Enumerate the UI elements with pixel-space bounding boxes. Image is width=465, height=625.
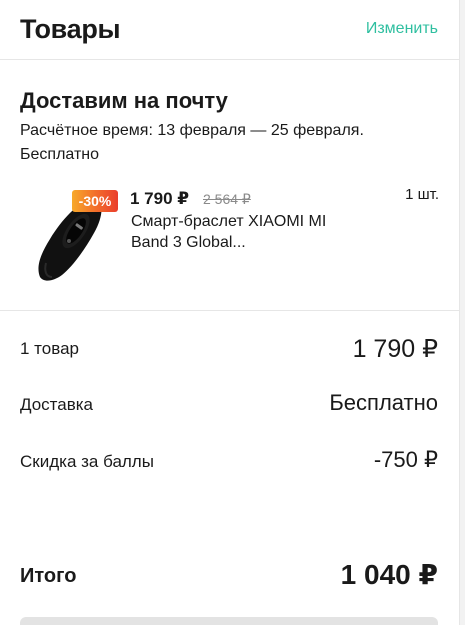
points-row: Скидка за баллы -750 ₽: [20, 447, 438, 477]
points-label: Скидка за баллы: [20, 452, 154, 471]
cart-panel: Товары Изменить Доставим на почту Расчёт…: [0, 0, 460, 625]
shipping-row: Доставка Бесплатно: [20, 390, 438, 420]
items-value: 1 790 ₽: [352, 335, 438, 363]
delivery-section: Доставим на почту Расчётное время: 13 фе…: [0, 61, 460, 311]
total-row: Итого 1 040 ₽: [20, 558, 438, 592]
product-quantity: 1 шт.: [405, 186, 439, 203]
items-row: 1 товар 1 790 ₽: [20, 334, 438, 364]
points-value: -750 ₽: [373, 447, 438, 472]
shipping-label: Доставка: [20, 395, 94, 414]
checkout-button-edge[interactable]: [20, 617, 438, 625]
product-price: 1 790 ₽: [130, 189, 190, 208]
total-label: Итого: [20, 565, 77, 587]
goods-title: Товары: [20, 14, 121, 44]
goods-header: Товары Изменить: [0, 0, 460, 60]
product-old-price: 2 564 ₽: [203, 191, 251, 207]
delivery-eta: Расчётное время: 13 февраля — 25 февраля…: [20, 122, 364, 163]
discount-badge: -30%: [72, 190, 118, 212]
product-name[interactable]: Смарт-браслет XIAOMI MI Band 3 Global...: [131, 211, 361, 253]
edit-link[interactable]: Изменить: [366, 20, 438, 38]
product-item[interactable]: -30% 1 790 ₽ 2 564 ₽ Смарт-браслет XIAOM…: [20, 183, 440, 293]
shipping-value: Бесплатно: [329, 390, 438, 415]
delivery-title: Доставим на почту: [20, 88, 228, 113]
total-value: 1 040 ₽: [340, 559, 438, 590]
page-gutter: [460, 0, 465, 625]
items-label: 1 товар: [20, 339, 79, 358]
